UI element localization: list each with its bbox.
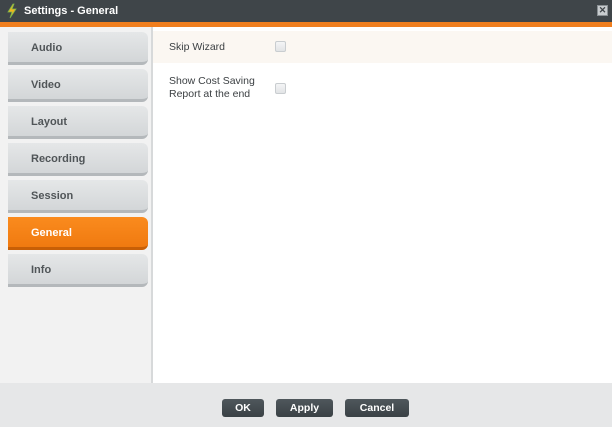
tab-session[interactable]: Session xyxy=(8,180,148,213)
app-logo-icon xyxy=(7,3,17,19)
close-icon: ✕ xyxy=(598,5,607,15)
dialog-footer: OK Apply Cancel xyxy=(0,383,612,427)
tab-label: Session xyxy=(31,190,74,202)
tab-label: Info xyxy=(31,264,52,276)
close-button[interactable]: ✕ xyxy=(597,5,608,16)
tab-label: General xyxy=(31,227,72,239)
cost-report-label-line2: Report at the end xyxy=(169,88,251,100)
tab-general[interactable]: General xyxy=(8,217,148,250)
tab-audio[interactable]: Audio xyxy=(8,32,148,65)
title-bar: Settings - General ✕ xyxy=(0,0,612,22)
tab-label: Audio xyxy=(31,42,63,54)
apply-button[interactable]: Apply xyxy=(276,399,333,417)
tab-label: Layout xyxy=(31,116,68,128)
window-title: Settings - General xyxy=(24,5,119,17)
tab-info[interactable]: Info xyxy=(8,254,148,287)
skip-wizard-label: Skip Wizard xyxy=(169,41,226,53)
settings-sidebar: Audio Video Layout Recording Session Gen… xyxy=(0,27,151,383)
tab-label: Video xyxy=(31,79,61,91)
tab-label: Recording xyxy=(31,153,86,165)
cancel-button[interactable]: Cancel xyxy=(345,399,409,417)
general-settings-panel: Skip Wizard Show Cost Saving Report at t… xyxy=(153,27,612,383)
tab-video[interactable]: Video xyxy=(8,69,148,102)
cost-report-label-line1: Show Cost Saving xyxy=(169,75,255,87)
ok-button[interactable]: OK xyxy=(222,399,264,417)
cost-report-checkbox[interactable] xyxy=(275,83,286,94)
tab-layout[interactable]: Layout xyxy=(8,106,148,139)
tab-recording[interactable]: Recording xyxy=(8,143,148,176)
skip-wizard-checkbox[interactable] xyxy=(275,41,286,52)
skip-wizard-row: Skip Wizard xyxy=(153,31,612,63)
